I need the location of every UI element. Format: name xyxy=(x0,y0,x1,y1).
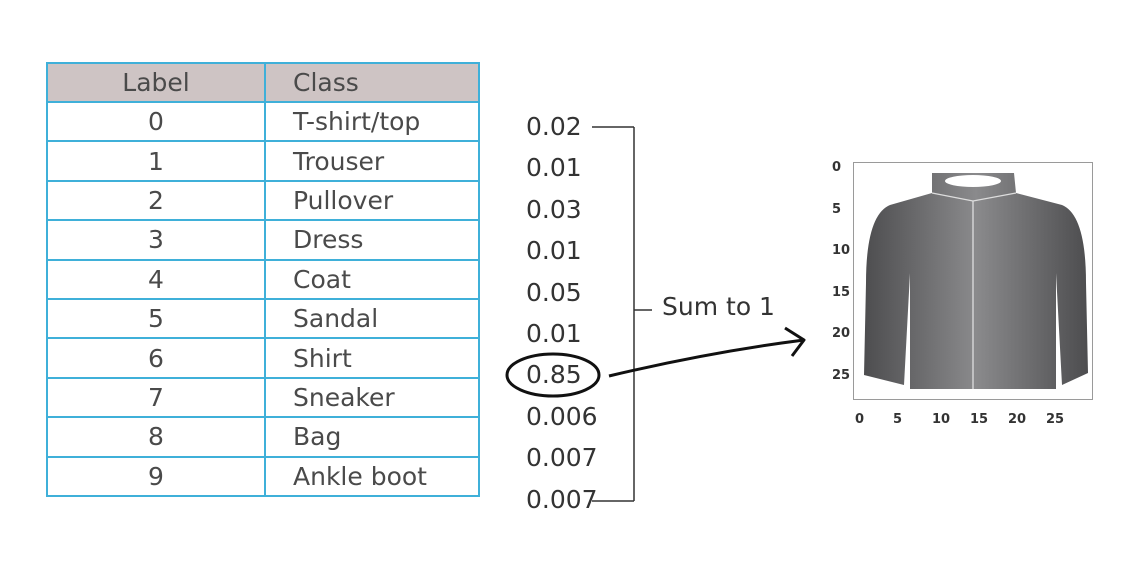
x-tick-label: 25 xyxy=(1046,412,1065,427)
x-tick-label: 0 xyxy=(855,412,865,427)
y-tick-label: 15 xyxy=(832,284,851,300)
sum-to-1-label: Sum to 1 xyxy=(662,292,775,321)
highlight-circle xyxy=(505,352,601,398)
y-tick-label: 0 xyxy=(832,160,842,175)
image-frame xyxy=(853,162,1093,400)
x-tick-label: 15 xyxy=(970,412,989,427)
y-tick-label: 25 xyxy=(832,367,851,383)
x-tick-label: 10 xyxy=(932,412,951,427)
sum-bracket xyxy=(592,126,652,502)
y-tick-label: 10 xyxy=(832,243,851,258)
x-tick-label: 20 xyxy=(1008,412,1027,427)
x-tick-label: 5 xyxy=(893,412,903,427)
shirt-image xyxy=(864,173,1088,389)
y-tick-label: 5 xyxy=(832,201,842,217)
arrow xyxy=(608,326,806,378)
y-tick-label: 20 xyxy=(832,326,851,341)
